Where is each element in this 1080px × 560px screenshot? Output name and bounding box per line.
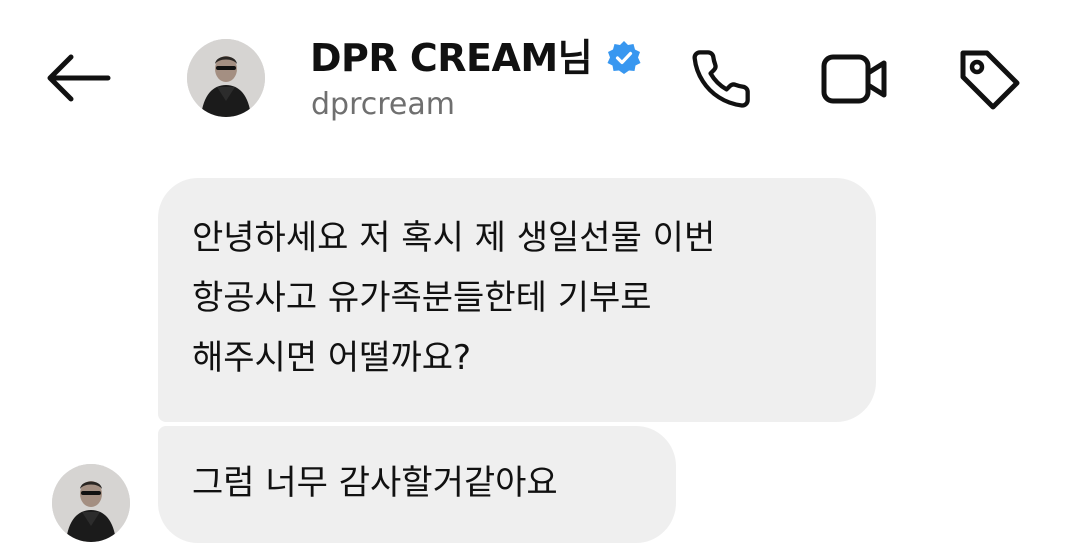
verified-badge-icon (607, 41, 641, 74)
sender-avatar[interactable] (52, 464, 130, 542)
message-bubble[interactable]: 안녕하세요 저 혹시 제 생일선물 이번 항공사고 유가족분들한테 기부로 해주… (158, 178, 876, 422)
avatar-photo (187, 39, 265, 117)
direct-message-screen: DPR CREAM님 dprcream 안녕하세요 저 혹시 제 생일선물 이번… (0, 0, 1080, 560)
contact-username[interactable]: dprcream (311, 88, 455, 121)
back-button[interactable] (40, 48, 116, 108)
phone-icon (692, 50, 750, 108)
video-camera-icon (821, 54, 887, 104)
contact-name-row[interactable]: DPR CREAM님 (310, 34, 642, 82)
message-bubble[interactable]: 그럼 너무 감사할거같아요 (158, 426, 676, 543)
contact-avatar[interactable] (187, 39, 265, 117)
tag-icon (960, 50, 1020, 110)
video-call-button[interactable] (820, 44, 890, 114)
arrow-left-icon (47, 54, 111, 102)
avatar-photo (52, 464, 130, 542)
contact-name: DPR CREAM님 (310, 36, 593, 80)
tag-button[interactable] (954, 44, 1024, 114)
voice-call-button[interactable] (686, 44, 756, 114)
